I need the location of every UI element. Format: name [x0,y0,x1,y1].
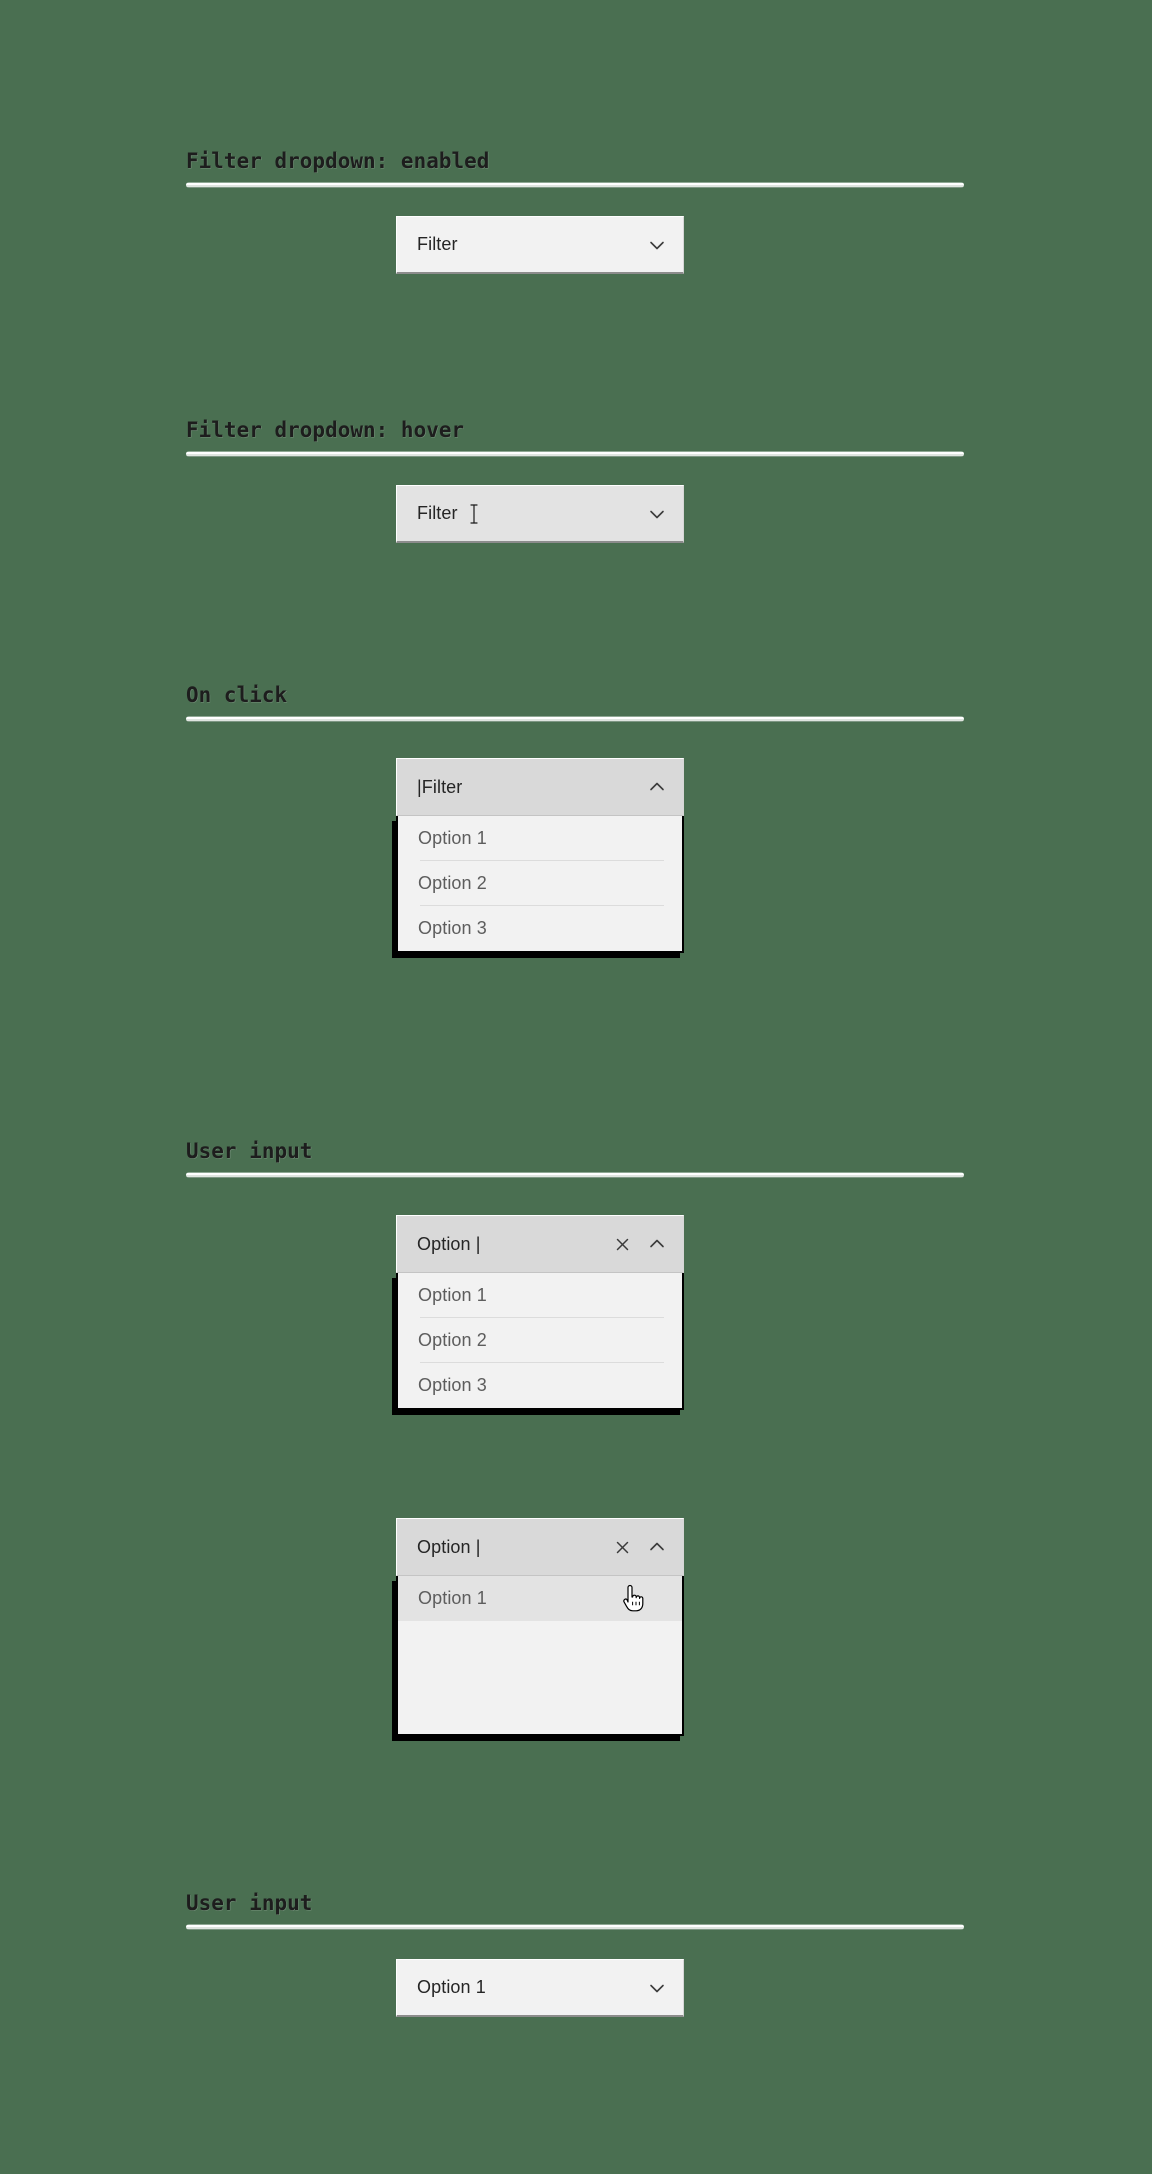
dropdown-typed-options[interactable]: Option 1 Option 2 Option 3 [396,1273,684,1410]
option-label: Option 1 [418,828,487,848]
section-on-click: On click [186,682,966,722]
option-label: Option 3 [418,1375,487,1395]
list-item[interactable]: Option 1 [398,816,682,861]
close-icon[interactable] [614,1539,631,1556]
chevron-up-icon[interactable] [647,777,667,797]
dropdown-typed-icons [614,1234,667,1254]
section-title: Filter dropdown: hover [186,418,465,442]
dropdown-open-value: |Filter [417,776,463,797]
option-label: Option 1 [418,1588,487,1608]
section-divider [186,1172,964,1178]
list-item[interactable]: Option 1 [398,1576,682,1621]
dropdown-typed[interactable]: Option | Option 1 Option 2 Option 3 [396,1215,684,1410]
dropdown-filtered-value: Option | [417,1536,481,1557]
dropdown-hover[interactable]: Filter [396,485,684,543]
dropdown-filtered-field[interactable]: Option | [396,1518,684,1576]
section-filter-dropdown-enabled: Filter dropdown: enabled [186,148,966,188]
chevron-down-icon[interactable] [647,1978,667,1998]
dropdown-open-field[interactable]: |Filter [396,758,684,816]
dropdown-hover-value: Filter [417,503,458,523]
list-item[interactable]: Option 2 [398,1318,682,1363]
dropdown-enabled-field[interactable]: Filter [396,216,684,274]
dropdown-enabled-value: Filter [417,234,458,254]
section-title: User input [186,1139,313,1163]
list-item[interactable]: Option 3 [398,1363,682,1408]
dropdown-open-icons [647,777,667,797]
close-icon[interactable] [614,1236,631,1253]
list-item[interactable]: Option 3 [398,906,682,951]
chevron-down-icon[interactable] [647,235,667,255]
section-title: User input [186,1891,313,1915]
dropdown-open-options[interactable]: Option 1 Option 2 Option 3 [396,816,684,953]
section-title: On click [186,683,288,707]
dropdown-selected-icons [647,1978,667,1998]
option-label: Option 2 [418,873,487,893]
dropdown-selected-value: Option 1 [417,1977,486,1997]
section-divider [186,451,964,457]
dropdown-selected[interactable]: Option 1 [396,1959,684,2017]
dropdown-selected-field[interactable]: Option 1 [396,1959,684,2017]
chevron-down-icon[interactable] [647,504,667,524]
section-filter-dropdown-hover: Filter dropdown: hover [186,417,966,457]
dropdown-typed-field[interactable]: Option | [396,1215,684,1273]
dropdown-filtered-empty-area [398,1621,682,1734]
option-label: Option 2 [418,1330,487,1350]
chevron-up-icon[interactable] [647,1234,667,1254]
dropdown-enabled[interactable]: Filter [396,216,684,274]
section-divider [186,1924,964,1930]
dropdown-filtered-options[interactable]: Option 1 [396,1576,684,1736]
pointer-hand-cursor [620,1584,646,1614]
dropdown-hover-icons [647,504,667,524]
section-user-input: User input [186,1138,966,1178]
section-user-input-result: User input [186,1890,966,1930]
dropdown-enabled-icons [647,235,667,255]
dropdown-open[interactable]: |Filter Option 1 Option 2 Option 3 [396,758,684,953]
option-label: Option 3 [418,918,487,938]
dropdown-filtered[interactable]: Option | Option 1 [396,1518,684,1736]
section-divider [186,182,964,188]
section-divider [186,716,964,722]
dropdown-typed-value: Option | [417,1233,481,1254]
option-label: Option 1 [418,1285,487,1305]
list-item[interactable]: Option 2 [398,861,682,906]
dropdown-states-canvas: Filter dropdown: enabled Filter Filter d… [0,0,1152,2174]
dropdown-hover-field[interactable]: Filter [396,485,684,543]
section-title: Filter dropdown: enabled [186,149,490,173]
chevron-up-icon[interactable] [647,1537,667,1557]
list-item[interactable]: Option 1 [398,1273,682,1318]
dropdown-filtered-icons [614,1537,667,1557]
